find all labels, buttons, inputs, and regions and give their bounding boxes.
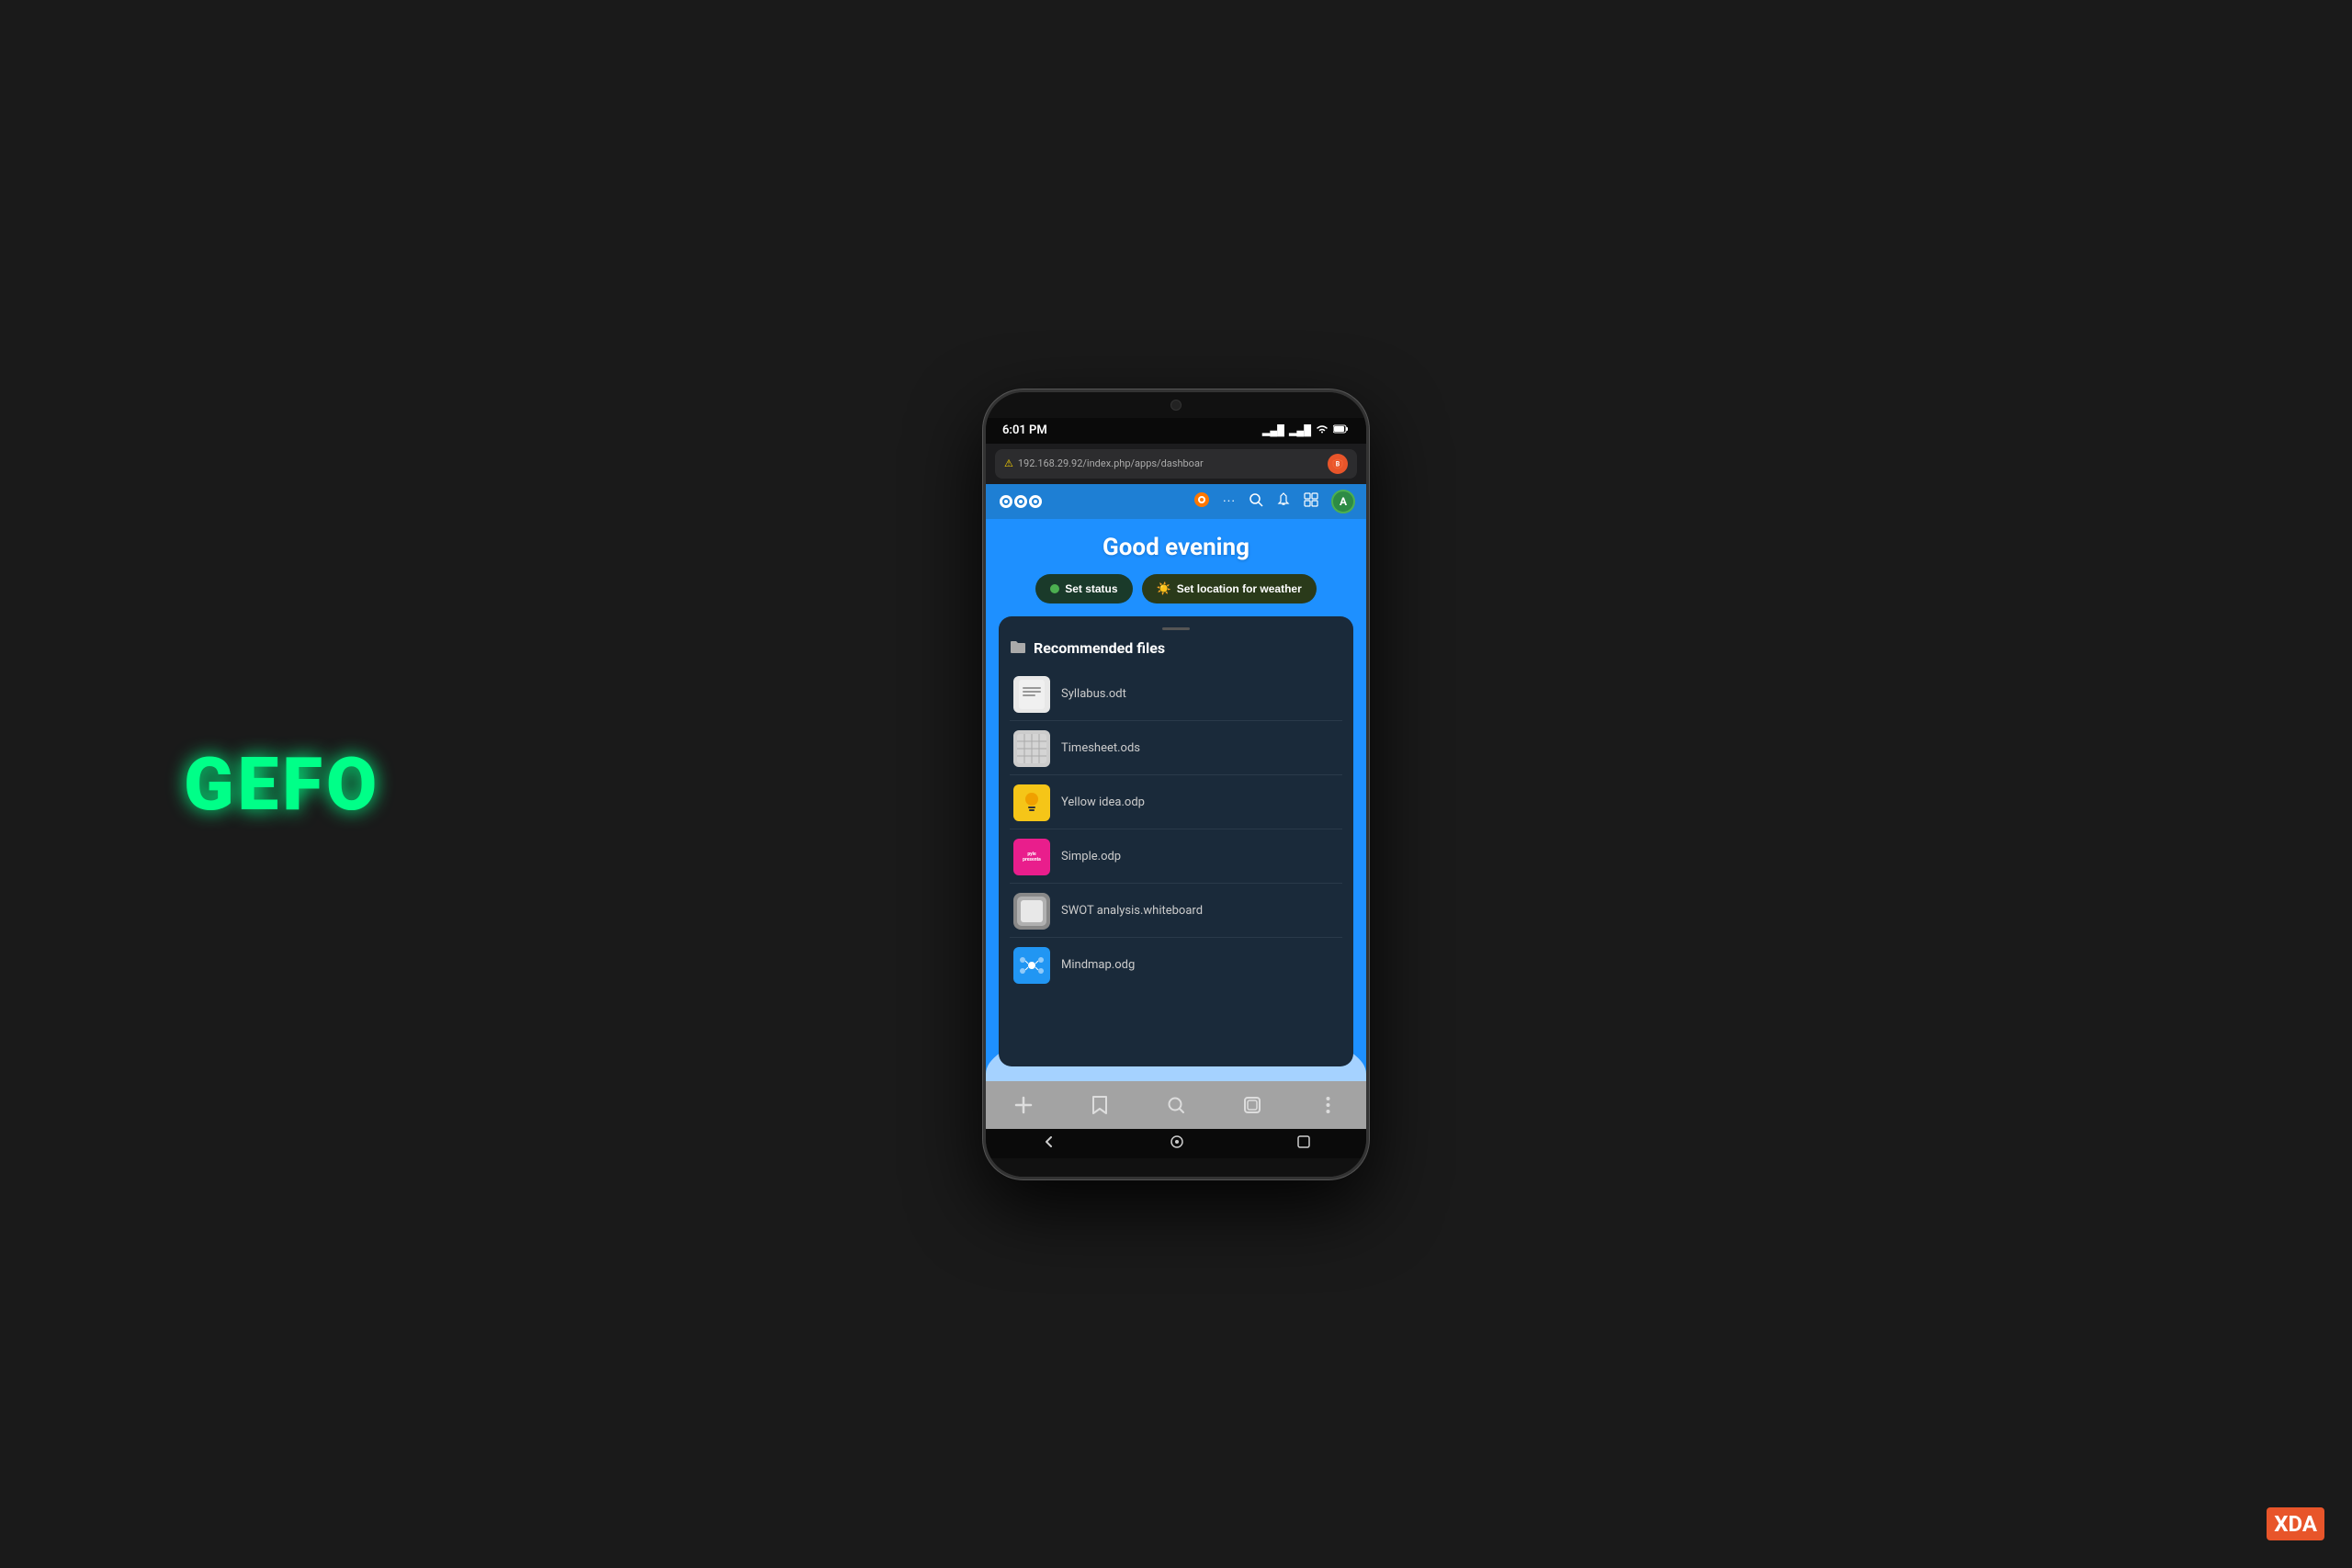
- sun-icon: ☀️: [1157, 581, 1171, 596]
- greeting-text: Good evening: [999, 534, 1353, 561]
- file-thumbnail: [1013, 947, 1050, 984]
- file-name: Syllabus.odt: [1061, 687, 1126, 701]
- nextcloud-app: ···: [986, 484, 1366, 1129]
- nextcloud-navbar: ···: [986, 484, 1366, 519]
- file-name: Yellow idea.odp: [1061, 795, 1145, 809]
- apps-icon[interactable]: [1304, 492, 1318, 511]
- file-item[interactable]: Mindmap.odg: [1010, 940, 1342, 991]
- user-avatar[interactable]: A: [1331, 490, 1355, 513]
- file-item[interactable]: pyle presenta Simple.odp: [1010, 831, 1342, 884]
- file-thumbnail: [1013, 893, 1050, 930]
- back-button[interactable]: [1042, 1134, 1057, 1153]
- bottom-bezel: [986, 1158, 1366, 1177]
- set-status-button[interactable]: Set status: [1035, 574, 1132, 604]
- more-icon[interactable]: ···: [1223, 494, 1236, 509]
- status-icons: ▂▄█ ▂▄█: [1262, 424, 1350, 436]
- file-item[interactable]: Yellow idea.odp: [1010, 777, 1342, 829]
- android-nav: [986, 1129, 1366, 1158]
- browser-url-bar[interactable]: ⚠ 192.168.29.92/index.php/apps/dashboar …: [995, 449, 1357, 479]
- file-thumbnail: [1013, 676, 1050, 713]
- file-item[interactable]: Syllabus.odt: [1010, 669, 1342, 721]
- battery-icon: [1333, 424, 1350, 436]
- svg-text:presenta: presenta: [1023, 857, 1041, 863]
- wifi-icon: [1316, 424, 1329, 436]
- status-bar: 6:01 PM ▂▄█ ▂▄█: [986, 418, 1366, 444]
- security-warning-icon: ⚠: [1004, 457, 1013, 469]
- nav-icons: ···: [1193, 490, 1355, 513]
- set-weather-label: Set location for weather: [1177, 582, 1302, 595]
- file-item[interactable]: SWOT analysis.whiteboard: [1010, 886, 1342, 938]
- nextcloud-logo[interactable]: [997, 492, 1045, 511]
- file-name: Timesheet.ods: [1061, 741, 1140, 755]
- file-name: SWOT analysis.whiteboard: [1061, 904, 1203, 918]
- set-status-label: Set status: [1065, 582, 1117, 595]
- files-card-header: Recommended files: [1010, 639, 1342, 658]
- svg-text:B: B: [1336, 460, 1340, 468]
- action-buttons: Set status ☀️ Set location for weather: [999, 574, 1353, 604]
- status-time: 6:01 PM: [1002, 423, 1047, 437]
- file-item[interactable]: Timesheet.ods: [1010, 723, 1342, 775]
- home-button[interactable]: [1170, 1134, 1184, 1153]
- xda-watermark: XDA: [2267, 1507, 2324, 1540]
- notifications-icon[interactable]: [1276, 492, 1291, 511]
- files-card-title: Recommended files: [1034, 639, 1165, 657]
- folder-icon: [1010, 639, 1026, 658]
- activity-icon[interactable]: [1193, 491, 1210, 512]
- signal1-icon: ▂▄█: [1262, 424, 1284, 436]
- phone-wrapper: 6:01 PM ▂▄█ ▂▄█: [983, 389, 1369, 1179]
- xda-logo: XDA: [2267, 1507, 2324, 1540]
- file-name: Mindmap.odg: [1061, 958, 1135, 972]
- signal2-icon: ▂▄█: [1289, 424, 1311, 436]
- file-thumbnail: [1013, 730, 1050, 767]
- set-weather-button[interactable]: ☀️ Set location for weather: [1142, 574, 1317, 604]
- top-bezel: [986, 392, 1366, 418]
- dashboard-content: Good evening Set status ☀️ Set location …: [986, 519, 1366, 1081]
- file-thumbnail: pyle presenta: [1013, 839, 1050, 875]
- camera-hole: [1170, 400, 1182, 411]
- phone-device: 6:01 PM ▂▄█ ▂▄█: [983, 389, 1369, 1179]
- brave-shield-icon[interactable]: B: [1328, 454, 1348, 474]
- url-text: 192.168.29.92/index.php/apps/dashboar: [1018, 457, 1323, 469]
- recommended-files-card: Recommended files: [999, 616, 1353, 1066]
- scroll-indicator: [1162, 627, 1190, 630]
- background-text: GEFO: [184, 741, 380, 828]
- recents-button[interactable]: [1297, 1135, 1310, 1152]
- file-list: Syllabus.odt: [1010, 669, 1342, 991]
- file-name: Simple.odp: [1061, 850, 1121, 863]
- search-icon[interactable]: [1249, 492, 1263, 511]
- file-thumbnail: [1013, 784, 1050, 821]
- browser-bar: ⚠ 192.168.29.92/index.php/apps/dashboar …: [986, 444, 1366, 484]
- status-dot: [1050, 584, 1059, 593]
